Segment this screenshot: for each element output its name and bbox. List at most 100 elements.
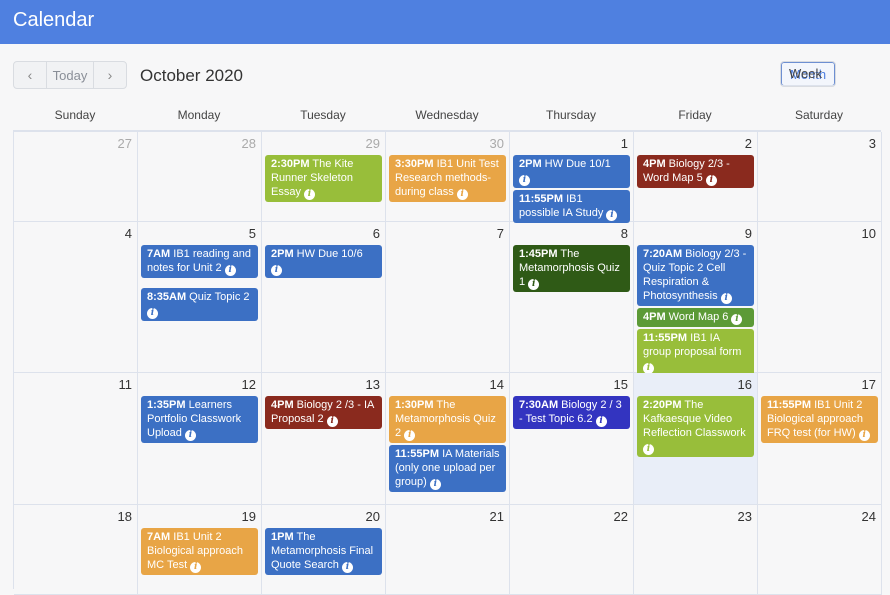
calendar-event[interactable]: 11:55PM IB1 possible IA Study i xyxy=(513,190,630,223)
day-number[interactable]: 6 xyxy=(373,226,380,241)
day-cell[interactable]: 21 xyxy=(386,505,510,594)
day-cell[interactable]: 7 xyxy=(386,222,510,372)
next-month-button[interactable]: › xyxy=(94,62,126,88)
info-icon[interactable]: i xyxy=(326,416,338,427)
day-number[interactable]: 27 xyxy=(118,136,132,151)
day-number[interactable]: 16 xyxy=(738,377,752,392)
day-number[interactable]: 14 xyxy=(490,377,504,392)
week-view-button[interactable]: Week xyxy=(781,62,836,86)
day-cell[interactable]: 5 7AM IB1 reading and notes for Unit 2 i 8… xyxy=(138,222,262,372)
info-icon[interactable]: i xyxy=(147,308,158,319)
calendar-event[interactable]: 11:55PM IB1 IA group proposal form i xyxy=(637,329,754,376)
calendar-event[interactable]: 11:55PM IA Materials (only one upload pe… xyxy=(389,445,506,492)
day-cell[interactable]: 16 2:20PM The Kafkaesque Video Reflection… xyxy=(634,373,758,504)
info-icon[interactable]: i xyxy=(304,189,316,200)
calendar-event[interactable]: 7:30AM Biology 2 / 3 - Test Topic 6.2 i xyxy=(513,396,630,429)
day-number[interactable]: 8 xyxy=(621,226,628,241)
day-number[interactable]: 29 xyxy=(366,136,380,151)
day-cell[interactable]: 14 1:30PM The Metamorphosis Quiz 2 i 11:55… xyxy=(386,373,510,504)
day-number[interactable]: 28 xyxy=(242,136,256,151)
day-number[interactable]: 30 xyxy=(490,136,504,151)
day-number[interactable]: 7 xyxy=(497,226,504,241)
info-icon[interactable]: i xyxy=(528,279,540,290)
calendar-event[interactable]: 4PM Word Map 6 i xyxy=(637,308,754,327)
calendar-event[interactable]: 7:20AM Biology 2/3 - Quiz Topic 2 Cell R… xyxy=(637,245,754,306)
day-cell[interactable]: 10 xyxy=(758,222,882,372)
day-cell[interactable]: 15 7:30AM Biology 2 / 3 - Test Topic 6.2 … xyxy=(510,373,634,504)
today-button[interactable]: Today xyxy=(46,62,94,88)
info-icon[interactable]: i xyxy=(341,562,353,573)
day-cell[interactable]: 18 xyxy=(14,505,138,594)
day-cell[interactable]: 4 xyxy=(14,222,138,372)
calendar-event[interactable]: 3:30PM IB1 Unit Test Research methods- d… xyxy=(389,155,506,202)
info-icon[interactable]: i xyxy=(271,265,282,276)
day-cell[interactable]: 20 1PM The Metamorphosis Final Quote Sear… xyxy=(262,505,386,594)
day-cell[interactable]: 12 1:35PM Learners Portfolio Classwork Up… xyxy=(138,373,262,504)
day-number[interactable]: 3 xyxy=(869,136,876,151)
info-icon[interactable]: i xyxy=(858,430,870,441)
info-icon[interactable]: i xyxy=(184,430,196,441)
day-number[interactable]: 2 xyxy=(745,136,752,151)
day-number[interactable]: 1 xyxy=(621,136,628,151)
day-cell[interactable]: 13 4PM Biology 2 /3 - IA Proposal 2 i xyxy=(262,373,386,504)
calendar-event[interactable]: 11:55PM IB1 Unit 2 Biological approach F… xyxy=(761,396,878,443)
info-icon[interactable]: i xyxy=(705,175,717,186)
calendar-event[interactable]: 2PM HW Due 10/1 i xyxy=(513,155,630,188)
day-cell[interactable]: 19 7AM IB1 Unit 2 Biological approach MC … xyxy=(138,505,262,594)
day-number[interactable]: 18 xyxy=(118,509,132,524)
info-icon[interactable]: i xyxy=(404,430,416,441)
info-icon[interactable]: i xyxy=(606,210,618,221)
day-number[interactable]: 22 xyxy=(614,509,628,524)
day-number[interactable]: 24 xyxy=(862,509,876,524)
day-cell[interactable]: 29 2:30PM The Kite Runner Skeleton Essay … xyxy=(262,132,386,221)
day-number[interactable]: 4 xyxy=(125,226,132,241)
prev-month-button[interactable]: ‹ xyxy=(14,62,46,88)
info-icon[interactable]: i xyxy=(224,265,236,276)
calendar-event[interactable]: 4PM Biology 2 /3 - IA Proposal 2 i xyxy=(265,396,382,429)
day-cell[interactable]: 2 4PM Biology 2/3 - Word Map 5 i xyxy=(634,132,758,221)
day-cell[interactable]: 23 xyxy=(634,505,758,594)
day-number[interactable]: 15 xyxy=(614,377,628,392)
info-icon[interactable]: i xyxy=(519,175,530,186)
info-icon[interactable]: i xyxy=(456,189,468,200)
calendar-event[interactable]: 1:35PM Learners Portfolio Classwork Uplo… xyxy=(141,396,258,443)
day-cell[interactable]: 28 xyxy=(138,132,262,221)
info-icon[interactable]: i xyxy=(720,293,732,304)
info-icon[interactable]: i xyxy=(595,416,607,427)
calendar-event[interactable]: 2PM HW Due 10/6 i xyxy=(265,245,382,278)
day-number[interactable]: 21 xyxy=(490,509,504,524)
info-icon[interactable]: i xyxy=(731,314,743,325)
day-cell[interactable]: 8 1:45PM The Metamorphosis Quiz 1 i xyxy=(510,222,634,372)
info-icon[interactable]: i xyxy=(429,479,441,490)
day-number[interactable]: 11 xyxy=(119,377,133,392)
day-number[interactable]: 13 xyxy=(366,377,380,392)
day-cell[interactable]: 1 2PM HW Due 10/1 i 11:55PM IB1 possible I… xyxy=(510,132,634,223)
day-cell[interactable]: 3 xyxy=(758,132,882,221)
calendar-event[interactable]: 1:30PM The Metamorphosis Quiz 2 i xyxy=(389,396,506,443)
day-number[interactable]: 17 xyxy=(862,377,876,392)
info-icon[interactable]: i xyxy=(643,444,654,455)
calendar-event[interactable]: 7AM IB1 reading and notes for Unit 2 i xyxy=(141,245,258,278)
day-number[interactable]: 9 xyxy=(745,226,752,241)
day-cell[interactable]: 24 xyxy=(758,505,882,594)
calendar-event[interactable]: 1:45PM The Metamorphosis Quiz 1 i xyxy=(513,245,630,292)
calendar-event[interactable]: 2:20PM The Kafkaesque Video Reflection C… xyxy=(637,396,754,457)
day-cell[interactable]: 6 2PM HW Due 10/6 i xyxy=(262,222,386,372)
day-cell[interactable]: 17 11:55PM IB1 Unit 2 Biological approach… xyxy=(758,373,882,504)
calendar-event[interactable]: 2:30PM The Kite Runner Skeleton Essay i xyxy=(265,155,382,202)
day-number[interactable]: 10 xyxy=(862,226,876,241)
info-icon[interactable]: i xyxy=(190,562,202,573)
day-cell[interactable]: 30 3:30PM IB1 Unit Test Research methods-… xyxy=(386,132,510,221)
calendar-event[interactable]: 7AM IB1 Unit 2 Biological approach MC Te… xyxy=(141,528,258,575)
day-cell[interactable]: 27 xyxy=(14,132,138,221)
day-cell[interactable]: 11 xyxy=(14,373,138,504)
day-cell[interactable]: 9 7:20AM Biology 2/3 - Quiz Topic 2 Cell … xyxy=(634,222,758,376)
day-number[interactable]: 12 xyxy=(242,377,256,392)
day-number[interactable]: 19 xyxy=(242,509,256,524)
day-number[interactable]: 20 xyxy=(366,509,380,524)
calendar-event[interactable]: 4PM Biology 2/3 - Word Map 5 i xyxy=(637,155,754,188)
day-number[interactable]: 23 xyxy=(738,509,752,524)
day-number[interactable]: 5 xyxy=(249,226,256,241)
calendar-event[interactable]: 1PM The Metamorphosis Final Quote Search… xyxy=(265,528,382,575)
calendar-event[interactable]: 8:35AM Quiz Topic 2 i xyxy=(141,288,258,321)
